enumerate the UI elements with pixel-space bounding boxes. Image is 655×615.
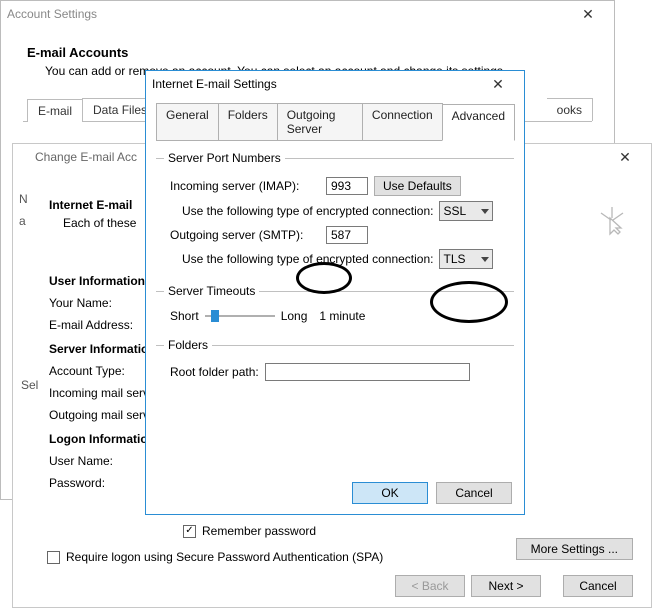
timeout-long-label: Long bbox=[281, 309, 308, 323]
spa-checkbox[interactable]: Require logon using Secure Password Auth… bbox=[47, 550, 383, 564]
account-settings-titlebar: Account Settings ✕ bbox=[1, 1, 614, 27]
cancel-button[interactable]: Cancel bbox=[436, 482, 512, 504]
ies-tabs: General Folders Outgoing Server Connecti… bbox=[156, 103, 514, 141]
ies-body: General Folders Outgoing Server Connecti… bbox=[146, 97, 524, 514]
outgoing-encryption-select[interactable]: TLS bbox=[439, 249, 493, 269]
use-defaults-button[interactable]: Use Defaults bbox=[374, 176, 461, 196]
root-folder-label: Root folder path: bbox=[170, 365, 259, 379]
fragment-sel: Sel bbox=[21, 378, 38, 392]
spa-row: Require logon using Secure Password Auth… bbox=[47, 544, 383, 570]
slider-thumb bbox=[211, 310, 219, 322]
outgoing-smtp-label: Outgoing server (SMTP): bbox=[170, 228, 320, 242]
server-timeouts-group: Server Timeouts Short Long 1 minute bbox=[156, 284, 514, 328]
incoming-port-input[interactable] bbox=[326, 177, 368, 195]
close-icon[interactable]: ✕ bbox=[568, 2, 608, 26]
more-settings-button[interactable]: More Settings ... bbox=[516, 538, 633, 560]
ies-footer: OK Cancel bbox=[352, 482, 512, 504]
outgoing-encryption-label: Use the following type of encrypted conn… bbox=[182, 252, 433, 266]
server-port-numbers-legend: Server Port Numbers bbox=[164, 151, 285, 165]
close-icon[interactable]: ✕ bbox=[605, 145, 645, 169]
folders-group: Folders Root folder path: bbox=[156, 338, 514, 386]
cancel-button[interactable]: Cancel bbox=[563, 575, 633, 597]
wizard-footer: < Back Next > Cancel bbox=[395, 575, 633, 597]
remember-password-label: Remember password bbox=[202, 524, 316, 538]
outgoing-encryption-value: TLS bbox=[443, 252, 465, 266]
server-timeouts-legend: Server Timeouts bbox=[164, 284, 259, 298]
tab-advanced[interactable]: Advanced bbox=[442, 104, 515, 141]
fragment-a: a bbox=[19, 214, 26, 228]
email-accounts-heading: E-mail Accounts bbox=[27, 45, 592, 60]
spa-label: Require logon using Secure Password Auth… bbox=[66, 550, 383, 564]
fragment-n: N bbox=[19, 192, 28, 206]
close-icon[interactable]: ✕ bbox=[478, 72, 518, 96]
timeout-slider[interactable] bbox=[205, 309, 275, 323]
outgoing-port-input[interactable] bbox=[326, 226, 368, 244]
server-port-numbers-group: Server Port Numbers Incoming server (IMA… bbox=[156, 151, 514, 274]
cursor-icon bbox=[597, 204, 627, 241]
incoming-encryption-select[interactable]: SSL bbox=[439, 201, 493, 221]
checkbox-icon bbox=[47, 551, 60, 564]
incoming-encryption-label: Use the following type of encrypted conn… bbox=[182, 204, 433, 218]
tab-general[interactable]: General bbox=[156, 103, 219, 140]
timeout-value: 1 minute bbox=[319, 309, 365, 323]
incoming-encryption-value: SSL bbox=[443, 204, 466, 218]
ok-button[interactable]: OK bbox=[352, 482, 428, 504]
folders-legend: Folders bbox=[164, 338, 212, 352]
tab-outgoing-server[interactable]: Outgoing Server bbox=[277, 103, 363, 140]
ies-titlebar: Internet E-mail Settings ✕ bbox=[146, 71, 524, 97]
tab-address-books-tail[interactable]: ooks bbox=[547, 98, 593, 121]
remember-row: ✓ Remember password bbox=[183, 518, 316, 544]
root-folder-input[interactable] bbox=[265, 363, 470, 381]
timeout-short-label: Short bbox=[170, 309, 199, 323]
chevron-down-icon bbox=[481, 209, 489, 214]
tab-email[interactable]: E-mail bbox=[27, 99, 83, 122]
back-button[interactable]: < Back bbox=[395, 575, 465, 597]
next-button[interactable]: Next > bbox=[471, 575, 541, 597]
tab-folders[interactable]: Folders bbox=[218, 103, 278, 140]
internet-email-settings-dialog: Internet E-mail Settings ✕ General Folde… bbox=[145, 70, 525, 515]
chevron-down-icon bbox=[481, 257, 489, 262]
account-settings-title: Account Settings bbox=[7, 7, 568, 21]
incoming-imap-label: Incoming server (IMAP): bbox=[170, 179, 320, 193]
checkbox-icon: ✓ bbox=[183, 525, 196, 538]
remember-password-checkbox[interactable]: ✓ Remember password bbox=[183, 524, 316, 538]
ies-title: Internet E-mail Settings bbox=[152, 77, 478, 91]
tab-connection[interactable]: Connection bbox=[362, 103, 443, 140]
